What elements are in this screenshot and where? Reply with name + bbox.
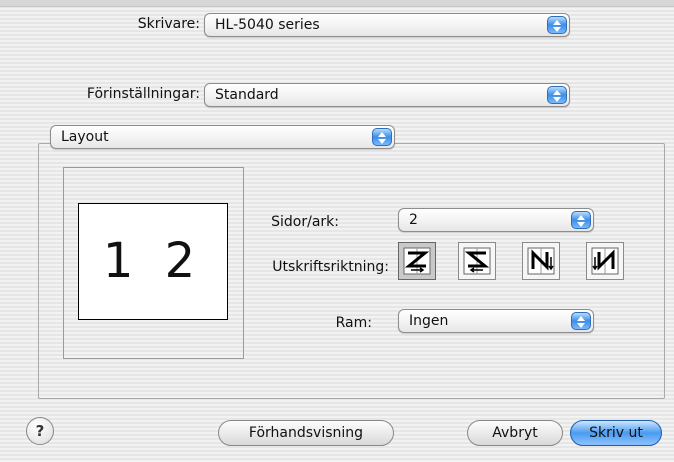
print-button[interactable]: Skriv ut [570,420,662,446]
cancel-button[interactable]: Avbryt [467,420,563,446]
border-popup[interactable]: Ingen [398,309,594,333]
border-value: Ingen [409,313,449,329]
panel-value: Layout [61,129,109,145]
orientation-reverse-z-button[interactable] [458,242,496,280]
layout-preview-page: 1 2 [78,203,228,320]
popup-arrows-icon [547,16,567,34]
popup-arrows-icon [547,86,567,104]
reverse-n-order-icon [591,247,619,275]
popup-arrows-icon [372,128,392,146]
title-bar-edge [0,0,674,7]
pages-per-sheet-label: Sidor/ark: [271,214,339,230]
preview-button[interactable]: Förhandsvisning [218,420,394,446]
direction-label: Utskriftsriktning: [272,259,389,275]
n-order-icon [527,247,555,275]
z-order-icon [403,247,431,275]
popup-arrows-icon [571,312,591,330]
orientation-z-button[interactable] [398,242,436,280]
orientation-reverse-n-button[interactable] [586,242,624,280]
help-button[interactable]: ? [26,417,54,445]
orientation-n-button[interactable] [522,242,560,280]
border-label: Ram: [335,315,372,331]
presets-value: Standard [215,87,279,103]
panel-popup[interactable]: Layout [50,125,395,149]
presets-label: Förinställningar: [86,86,200,102]
presets-popup[interactable]: Standard [204,83,570,107]
pages-per-sheet-value: 2 [409,212,418,228]
popup-arrows-icon [571,211,591,229]
reverse-z-order-icon [463,247,491,275]
pages-per-sheet-popup[interactable]: 2 [398,208,594,232]
printer-value: HL-5040 series [215,17,320,33]
printer-popup[interactable]: HL-5040 series [204,13,570,37]
printer-label: Skrivare: [137,16,200,32]
